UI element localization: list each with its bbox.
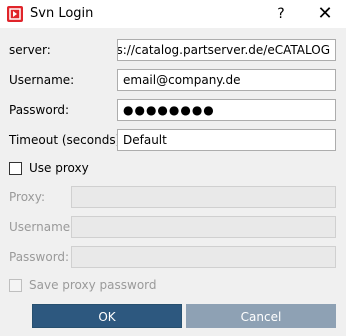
use-proxy-checkbox[interactable] <box>9 162 22 175</box>
title-bar: Svn Login ? ✕ <box>0 0 346 29</box>
cancel-button[interactable]: Cancel <box>186 304 336 328</box>
app-logo-icon <box>7 6 23 22</box>
timeout-input[interactable]: Default <box>117 129 336 151</box>
save-proxy-password-label[interactable]: Save proxy password <box>29 276 157 294</box>
close-button[interactable]: ✕ <box>312 3 338 25</box>
server-label: server: <box>9 43 51 57</box>
close-icon: ✕ <box>317 3 333 24</box>
username-input[interactable]: email@company.de <box>117 69 336 91</box>
username-label: Username: <box>9 73 75 87</box>
proxy-label: Proxy: <box>9 190 46 204</box>
window-title: Svn Login <box>30 6 94 21</box>
help-button[interactable]: ? <box>270 3 292 25</box>
proxy-input[interactable] <box>71 186 336 208</box>
proxy-username-label: Username: <box>9 220 75 234</box>
password-label: Password: <box>9 103 70 117</box>
password-input[interactable]: ●●●●●●●● <box>117 99 336 121</box>
save-proxy-password-checkbox[interactable] <box>9 279 22 292</box>
server-input[interactable]: https://catalog.partserver.de/eCATALOG <box>117 39 336 61</box>
timeout-label: Timeout (seconds): <box>9 133 125 147</box>
ok-button[interactable]: OK <box>32 304 182 328</box>
use-proxy-label[interactable]: Use proxy <box>29 159 89 177</box>
proxy-username-input[interactable] <box>71 216 336 238</box>
server-value: https://catalog.partserver.de/eCATALOG <box>117 43 330 57</box>
proxy-password-label: Password: <box>9 250 70 264</box>
proxy-password-input[interactable] <box>71 246 336 268</box>
